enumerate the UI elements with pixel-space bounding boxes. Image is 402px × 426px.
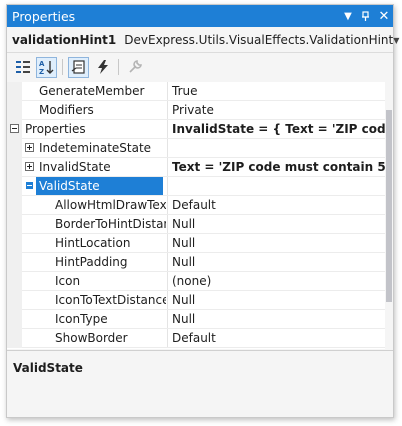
vertical-scrollbar[interactable] <box>385 82 393 349</box>
row-divider <box>22 347 385 348</box>
alphabetical-sort-icon[interactable]: AZ <box>36 56 57 78</box>
property-value[interactable]: Default <box>167 196 385 215</box>
expand-plus-icon[interactable] <box>25 143 34 152</box>
property-name: HintLocation <box>55 236 131 250</box>
scrollbar-thumb[interactable] <box>386 110 392 302</box>
property-pages-wrench-icon <box>124 57 145 78</box>
property-name: HintPadding <box>55 255 128 269</box>
toolbar-separator <box>62 59 63 75</box>
description-title: ValidState <box>13 361 83 375</box>
row-margin <box>7 101 22 120</box>
property-value[interactable]: (none) <box>167 272 385 291</box>
property-value[interactable]: True <box>167 82 385 101</box>
property-row[interactable]: HintLocation Null <box>7 234 385 253</box>
toolbar: AZ <box>7 54 393 80</box>
property-row[interactable]: IconToTextDistance Null <box>7 291 385 310</box>
title-bar[interactable]: Properties ▼ ✕ <box>7 5 393 27</box>
property-value[interactable]: Null <box>167 253 385 272</box>
svg-text:A: A <box>39 60 45 68</box>
property-name: ShowBorder <box>55 331 128 345</box>
property-value[interactable] <box>167 177 385 196</box>
row-margin <box>7 215 22 234</box>
property-row[interactable]: Properties InvalidState = { Text = 'ZIP c… <box>7 120 385 139</box>
property-name: BorderToHintDistanc <box>55 217 166 231</box>
property-row[interactable]: InvalidState Text = 'ZIP code must contai… <box>7 158 385 177</box>
categorized-icon[interactable] <box>12 57 33 78</box>
property-value[interactable]: InvalidState = { Text = 'ZIP code mu <box>167 120 385 139</box>
window-title: Properties <box>12 8 76 24</box>
property-value[interactable]: Null <box>167 215 385 234</box>
property-name: GenerateMember <box>39 84 145 98</box>
chevron-down-icon[interactable]: ▼ <box>393 36 399 45</box>
property-value[interactable]: Private <box>167 101 385 120</box>
pin-icon[interactable] <box>357 7 375 25</box>
properties-window: Properties ▼ ✕ validationHint1 DevExpres… <box>6 4 399 418</box>
property-value[interactable]: Null <box>167 234 385 253</box>
property-row[interactable]: IndeteminateState <box>7 139 385 158</box>
property-name: Modifiers <box>39 103 94 117</box>
property-name: IconType <box>55 312 108 326</box>
row-margin <box>7 234 22 253</box>
row-margin <box>7 158 22 177</box>
property-name: Icon <box>55 274 81 288</box>
collapse-minus-icon[interactable] <box>25 181 34 190</box>
property-row[interactable]: Icon (none) <box>7 272 385 291</box>
property-grid[interactable]: GenerateMember True Modifiers Private Proper… <box>7 82 385 349</box>
events-lightning-icon[interactable] <box>92 57 113 78</box>
property-value[interactable]: Null <box>167 310 385 329</box>
property-value[interactable] <box>167 139 385 158</box>
close-icon[interactable]: ✕ <box>375 7 393 25</box>
property-name: IconToTextDistance <box>55 293 166 307</box>
property-row[interactable]: Modifiers Private <box>7 101 385 120</box>
property-name: Properties <box>25 122 86 136</box>
property-row[interactable]: ValidState <box>7 177 385 196</box>
property-value[interactable]: Default <box>167 329 385 348</box>
object-name: validationHint1 <box>12 33 117 47</box>
property-name: ValidState <box>36 177 163 196</box>
property-row[interactable]: BorderToHintDistanc Null <box>7 215 385 234</box>
property-value[interactable]: Null <box>167 291 385 310</box>
row-margin <box>7 272 22 291</box>
properties-icon[interactable] <box>68 56 89 78</box>
collapse-minus-icon[interactable] <box>10 124 19 133</box>
property-row[interactable]: AllowHtmlDrawText Default <box>7 196 385 215</box>
toolbar-separator <box>118 59 119 75</box>
property-value[interactable]: Text = 'ZIP code must contain 5 digi <box>167 158 385 177</box>
property-name: InvalidState <box>39 160 111 174</box>
row-margin <box>7 177 22 196</box>
row-margin <box>7 82 22 101</box>
svg-text:Z: Z <box>39 68 44 75</box>
property-row[interactable]: ShowBorder Default <box>7 329 385 348</box>
row-margin <box>7 310 22 329</box>
row-margin <box>7 329 22 348</box>
object-type: DevExpress.Utils.VisualEffects.Validatio… <box>124 33 394 47</box>
property-row[interactable]: GenerateMember True <box>7 82 385 101</box>
row-margin <box>7 253 22 272</box>
window-position-dropdown-icon[interactable]: ▼ <box>339 7 357 25</box>
row-margin <box>7 196 22 215</box>
description-panel: ValidState <box>7 350 393 417</box>
expand-plus-icon[interactable] <box>25 162 34 171</box>
property-row[interactable]: IconType Null <box>7 310 385 329</box>
property-row[interactable]: HintPadding Null <box>7 253 385 272</box>
object-selector[interactable]: validationHint1 DevExpress.Utils.VisualE… <box>7 28 399 53</box>
property-name: AllowHtmlDrawText <box>55 198 166 212</box>
property-name: IndeteminateState <box>39 141 152 155</box>
row-margin <box>7 139 22 158</box>
row-margin <box>7 291 22 310</box>
